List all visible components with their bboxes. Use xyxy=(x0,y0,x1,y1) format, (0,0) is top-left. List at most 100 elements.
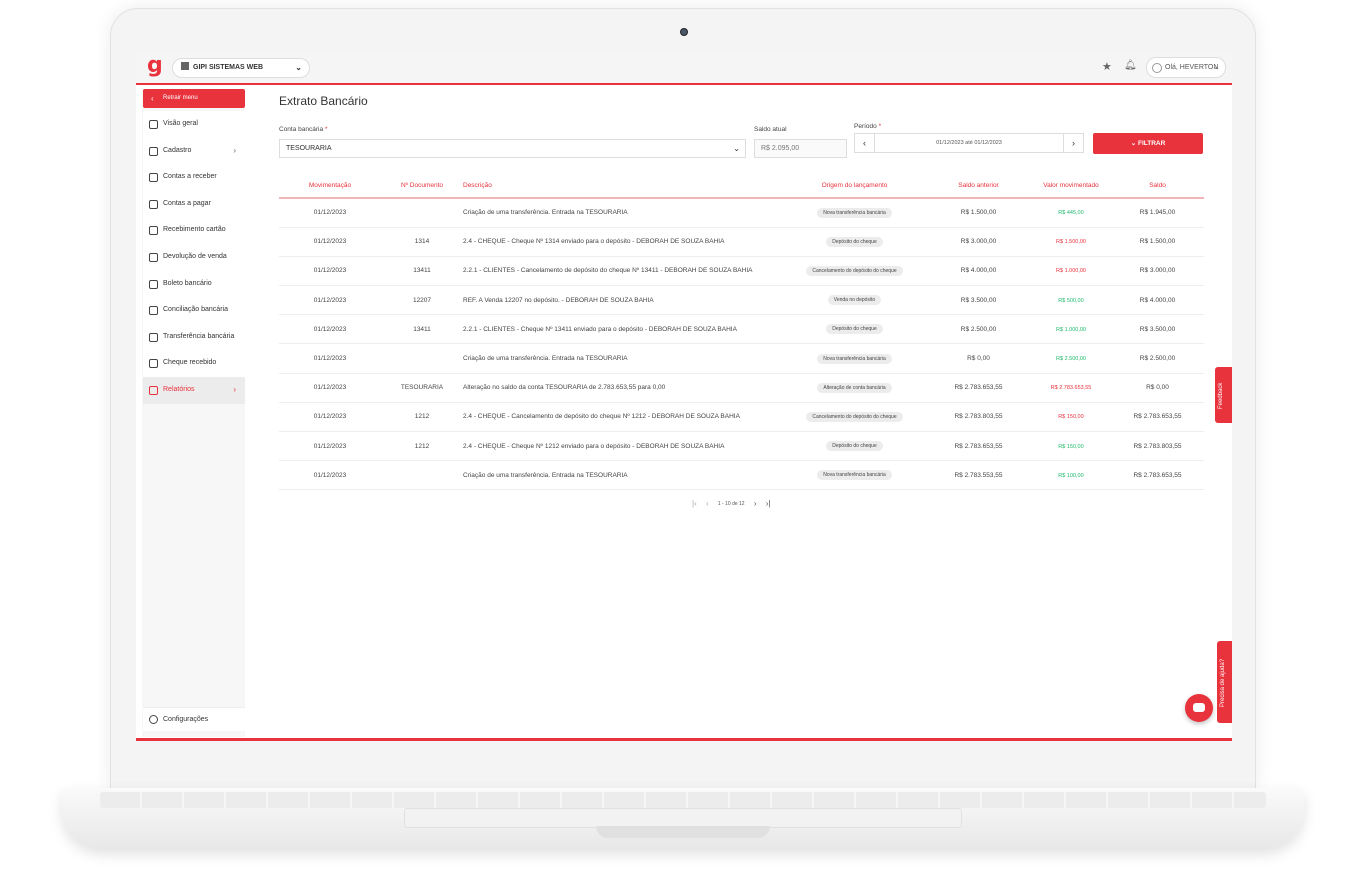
user-menu[interactable]: Olá, HEVERTON ⌄ xyxy=(1146,57,1226,78)
cell-origin: Cancelamento do depósito do cheque xyxy=(783,256,926,287)
cell-origin: Depósito do cheque xyxy=(783,314,926,345)
period-prev-button[interactable]: ‹ xyxy=(855,134,875,152)
topbar: g GIPI SISTEMAS WEB ⌄ ★ 🔔︎ Olá, HEVERTON… xyxy=(136,51,1232,85)
cell-description-text: 2.2.1 - CLIENTES - Cheque Nº 13411 envia… xyxy=(463,325,737,333)
cell-date-text: 01/12/2023 xyxy=(313,209,347,217)
chat-icon[interactable] xyxy=(1185,694,1213,722)
transfer-icon xyxy=(149,332,158,342)
table-row[interactable]: 01/12/2023 13411 2.2.1 - CLIENTES - Cheque… xyxy=(279,314,1204,345)
cell-document: 13411 xyxy=(381,314,463,345)
sidebar-item-configuracoes[interactable]: Configurações xyxy=(143,707,245,731)
table-row[interactable]: 01/12/2023 TESOURARIA Alteração no saldo d… xyxy=(279,373,1204,403)
cell-balance-text: R$ 3.500,00 xyxy=(1139,325,1176,333)
next-page-icon[interactable]: › xyxy=(754,499,757,508)
cell-balance: R$ 1.500,00 xyxy=(1111,227,1204,257)
camera-dot xyxy=(680,28,688,36)
collapse-menu-button[interactable]: ‹ Retrair menu xyxy=(143,89,245,108)
sidebar-item-conciliacao-bancaria[interactable]: Conciliação bancária xyxy=(143,297,245,324)
cell-document: 1314 xyxy=(381,227,463,257)
header-valor-movimentado[interactable]: Valor movimentado xyxy=(1031,174,1111,199)
table-body: 01/12/2023 Criação de uma transferência. … xyxy=(279,198,1204,491)
sidebar-item-boleto-bancario[interactable]: Boleto bancário xyxy=(143,270,245,298)
cell-previous-balance: R$ 2.783.803,55 xyxy=(926,402,1031,433)
table-row[interactable]: 01/12/2023 Criação de uma transferência. … xyxy=(279,343,1204,374)
return-icon xyxy=(149,252,158,262)
header-movimentacao[interactable]: Movimentação xyxy=(279,174,381,199)
sidebar-item-contas-a-receber[interactable]: Contas a receber xyxy=(143,164,245,191)
cell-origin: Depósito do cheque xyxy=(783,227,926,257)
cell-description-text: Alteração no saldo da conta TESOURARIA d… xyxy=(463,384,666,392)
cell-date: 01/12/2023 xyxy=(279,373,381,403)
table-row[interactable]: 01/12/2023 1212 2.4 - CHEQUE - Cancelament… xyxy=(279,402,1204,433)
cell-document: 12207 xyxy=(381,285,463,316)
sidebar-item-recebimento-cartao[interactable]: Recebimento cartão xyxy=(143,217,245,244)
moved-value: R$ 2.500,00 xyxy=(1056,356,1086,363)
cell-moved-value: R$ 2.783.653,55 xyxy=(1031,373,1111,403)
account-label-text: Conta bancária xyxy=(279,126,324,133)
chevron-right-icon: › xyxy=(233,384,236,394)
help-tab[interactable]: Precisa de ajuda? xyxy=(1217,641,1232,723)
sidebar-item-relatorios[interactable]: Relatórios › xyxy=(143,376,245,404)
table-row[interactable]: 01/12/2023 12207 REF. A Venda 12207 no dep… xyxy=(279,285,1204,316)
sidebar-item-contas-a-pagar[interactable]: Contas a pagar xyxy=(143,190,245,218)
bell-icon[interactable]: 🔔︎ xyxy=(1124,60,1137,71)
last-page-icon[interactable]: ›| xyxy=(766,499,771,508)
period-next-button[interactable]: › xyxy=(1063,134,1083,152)
cell-moved-value: R$ 150,00 xyxy=(1031,402,1111,433)
period-label-text: Período xyxy=(854,123,877,130)
cell-date: 01/12/2023 xyxy=(279,227,381,257)
cell-origin: Nova transferência bancária xyxy=(783,198,926,228)
cell-date-text: 01/12/2023 xyxy=(313,355,347,363)
sidebar-item-devolucao-de-venda[interactable]: Devolução de venda xyxy=(143,243,245,271)
sidebar-menu: Visão geral Cadastro › Contas a receber C… xyxy=(143,111,245,404)
cell-description: 2.2.1 - CLIENTES - Cancelamento de depós… xyxy=(463,256,783,287)
cell-date: 01/12/2023 xyxy=(279,343,381,374)
origin-badge: Depósito do cheque xyxy=(826,441,883,452)
gear-icon xyxy=(149,715,158,724)
chevron-down-icon: ⌄ xyxy=(1130,140,1137,147)
cell-date: 01/12/2023 xyxy=(279,256,381,287)
account-select[interactable]: TESOURARIA ⌄ xyxy=(279,139,746,158)
cell-description: 2.4 - CHEQUE - Cheque Nº 1314 enviado pa… xyxy=(463,227,783,257)
table-header-row: Movimentação Nº Documento Descrição Orig… xyxy=(279,174,1204,199)
feedback-tab[interactable]: Feedback xyxy=(1215,367,1232,423)
company-select[interactable]: GIPI SISTEMAS WEB ⌄ xyxy=(172,58,310,78)
app-screen: g GIPI SISTEMAS WEB ⌄ ★ 🔔︎ Olá, HEVERTON… xyxy=(136,51,1232,741)
chevron-down-icon: ⌄ xyxy=(295,63,302,72)
star-icon[interactable]: ★ xyxy=(1102,60,1112,73)
table-row[interactable]: 01/12/2023 Criação de uma transferência. … xyxy=(279,198,1204,228)
period-value[interactable]: 01/12/2023 até 01/12/2023 xyxy=(875,134,1063,152)
cell-previous-balance-text: R$ 2.783.653,55 xyxy=(954,384,1003,392)
keyboard-strip xyxy=(100,792,1266,808)
table-row[interactable]: 01/12/2023 1212 2.4 - CHEQUE - Cheque Nº 1… xyxy=(279,431,1204,462)
chat-bubble-inner xyxy=(1193,703,1205,712)
header-saldo[interactable]: Saldo xyxy=(1111,174,1204,199)
sidebar-item-cadastro[interactable]: Cadastro › xyxy=(143,137,245,165)
cell-moved-value: R$ 1.000,00 xyxy=(1031,314,1111,345)
header-origem[interactable]: Origem do lançamento xyxy=(783,174,926,199)
pagination: |‹ ‹ 1 - 10 de 12 › ›| xyxy=(692,499,777,513)
prev-page-icon[interactable]: ‹ xyxy=(706,499,709,508)
balance-field: R$ 2.095,00 xyxy=(754,139,847,158)
sidebar-item-visao-geral[interactable]: Visão geral xyxy=(143,111,245,138)
header-saldo-anterior[interactable]: Saldo anterior xyxy=(926,174,1031,199)
sidebar-item-label: Visão geral xyxy=(163,120,198,127)
app-logo[interactable]: g xyxy=(147,55,163,77)
cell-description-text: Criação de uma transferência. Entrada na… xyxy=(463,209,628,217)
help-label: Precisa de ajuda? xyxy=(1220,658,1226,707)
header-documento[interactable]: Nº Documento xyxy=(381,174,463,199)
first-page-icon[interactable]: |‹ xyxy=(692,499,697,508)
origin-badge: Depósito do cheque xyxy=(826,236,883,247)
cell-previous-balance: R$ 2.500,00 xyxy=(926,314,1031,345)
table-row[interactable]: 01/12/2023 Criação de uma transferência. … xyxy=(279,460,1204,491)
header-descricao[interactable]: Descrição xyxy=(463,174,783,199)
table-row[interactable]: 01/12/2023 13411 2.2.1 - CLIENTES - Cancel… xyxy=(279,256,1204,287)
cell-previous-balance-text: R$ 2.783.803,55 xyxy=(954,413,1003,421)
sidebar-item-transferencia-bancaria[interactable]: Transferência bancária xyxy=(143,323,245,351)
cell-description: Criação de uma transferência. Entrada na… xyxy=(463,343,783,374)
filter-button[interactable]: ⌄ FILTRAR xyxy=(1093,133,1203,154)
cell-previous-balance: R$ 1.500,00 xyxy=(926,198,1031,228)
sidebar-item-cheque-recebido[interactable]: Cheque recebido xyxy=(143,350,245,377)
origin-badge: Alteração de conta bancária xyxy=(817,382,892,393)
table-row[interactable]: 01/12/2023 1314 2.4 - CHEQUE - Cheque Nº 1… xyxy=(279,227,1204,257)
